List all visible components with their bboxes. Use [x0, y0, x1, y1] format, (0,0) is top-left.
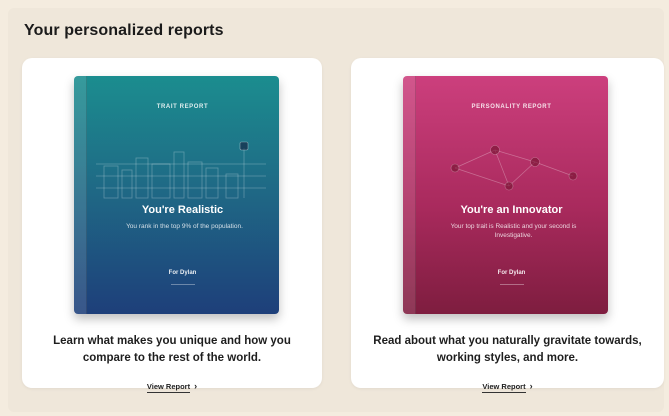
- network-illustration-icon: [450, 145, 578, 191]
- divider: [170, 284, 195, 285]
- report-kicker: PERSONALITY REPORT: [471, 104, 552, 110]
- view-report-label[interactable]: View Report: [146, 382, 191, 393]
- view-report-link[interactable]: View Report ›: [351, 381, 664, 393]
- report-kicker: TRAIT REPORT: [156, 104, 209, 110]
- report-subtitle: Your top trait is Realistic and your sec…: [450, 223, 577, 239]
- trait-report-card[interactable]: TRAIT REPORT You're Realistic You rank i…: [22, 58, 322, 393]
- report-recipient: For Dylan: [168, 270, 197, 276]
- section-title: Your personalized reports: [24, 22, 224, 39]
- report-description: Read about what you naturally gravitate …: [373, 335, 642, 364]
- personality-report-cover[interactable]: PERSONALITY REPORT You're an Innovator Y…: [403, 76, 608, 314]
- personality-report-card[interactable]: PERSONALITY REPORT You're an Innovator Y…: [351, 58, 664, 393]
- skyline-illustration-icon: [96, 141, 266, 199]
- report-subtitle: You rank in the top 9% of the population…: [126, 223, 243, 230]
- chevron-right-icon: ›: [194, 381, 198, 391]
- book-spine: [74, 76, 87, 314]
- book-spine: [403, 76, 416, 314]
- divider: [499, 284, 524, 285]
- report-title: You're an Innovator: [460, 204, 563, 216]
- reports-panel: Your personalized reports TRAIT REPORT Y…: [8, 8, 664, 412]
- report-recipient: For Dylan: [497, 270, 526, 276]
- report-title: You're Realistic: [141, 204, 224, 216]
- chevron-right-icon: ›: [529, 381, 533, 391]
- trait-report-cover[interactable]: TRAIT REPORT You're Realistic You rank i…: [74, 76, 279, 314]
- view-report-link[interactable]: View Report ›: [22, 381, 322, 393]
- view-report-label[interactable]: View Report: [482, 382, 526, 393]
- report-description: Learn what makes you unique and how you …: [53, 335, 291, 364]
